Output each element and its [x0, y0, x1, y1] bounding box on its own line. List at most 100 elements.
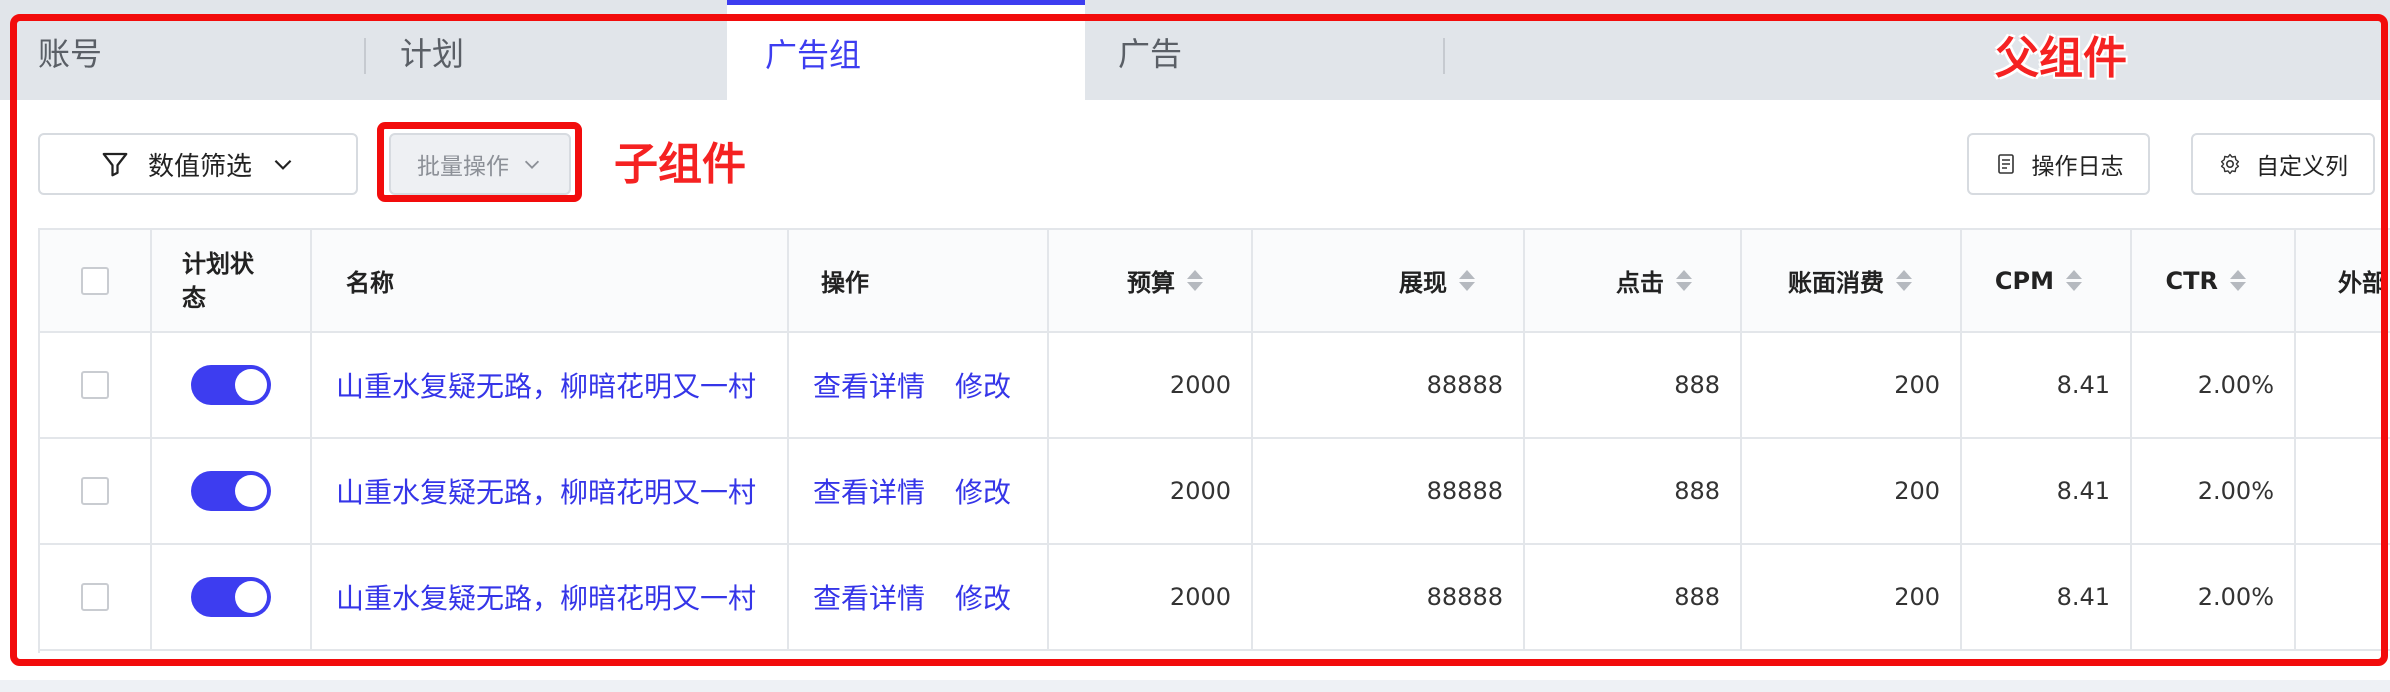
child-component-annotation: 子组件 — [614, 139, 746, 190]
ctr-value: 2.00% — [2197, 583, 2274, 611]
document-icon — [1997, 154, 2014, 174]
view-details-link[interactable]: 查看详情 — [813, 365, 925, 405]
operation-log-button[interactable]: 操作日志 — [1967, 133, 2150, 195]
tab-divider — [1443, 38, 1445, 74]
custom-columns-button[interactable]: 自定义列 — [2191, 133, 2375, 195]
row-impressions-cell: 88888 — [1253, 333, 1525, 437]
header-ctr[interactable]: CTR — [2132, 230, 2296, 331]
ad-group-name-link[interactable]: 山重水复疑无路，柳暗花明又一村 — [336, 471, 756, 511]
header-budget-label: 预算 — [1127, 269, 1175, 297]
cpm-value: 8.41 — [2056, 583, 2110, 611]
toggle-knob — [235, 475, 267, 507]
view-details-link[interactable]: 查看详情 — [813, 577, 925, 617]
tab-plan[interactable]: 计划 — [362, 0, 727, 100]
edit-link[interactable]: 修改 — [955, 471, 1011, 511]
header-budget[interactable]: 预算 — [1049, 230, 1253, 331]
screen: 账号 计划 广告组 广告 数值筛选 批量操作 操作日志 自定义列 计划状态 名称… — [0, 0, 2390, 692]
custom-columns-label: 自定义列 — [2256, 154, 2348, 180]
view-details-link[interactable]: 查看详情 — [813, 471, 925, 511]
ctr-value: 2.00% — [2197, 477, 2274, 505]
row-action-cell: 查看详情 修改 — [789, 333, 1049, 437]
table-header-row: 计划状态 名称 操作 预算 展现 点击 账面消费 CPM CTR 外部 — [40, 230, 2390, 333]
clicks-value: 888 — [1674, 477, 1720, 505]
spend-value: 200 — [1894, 583, 1940, 611]
status-toggle[interactable] — [191, 365, 271, 405]
table-row: 山重水复疑无路，柳暗花明又一村 查看详情 修改 2000 88888 888 2… — [40, 439, 2390, 545]
header-extra-label: 外部 — [2338, 269, 2386, 297]
budget-value: 2000 — [1169, 477, 1231, 505]
spend-value: 200 — [1894, 371, 1940, 399]
header-name: 名称 — [312, 230, 789, 331]
batch-operation-button[interactable]: 批量操作 — [389, 133, 571, 195]
row-action-cell: 查看详情 修改 — [789, 439, 1049, 543]
parent-component-annotation: 父组件 — [1995, 33, 2127, 84]
gear-icon — [2220, 153, 2240, 175]
row-checkbox[interactable] — [81, 477, 109, 505]
budget-value: 2000 — [1169, 371, 1231, 399]
filter-icon — [102, 152, 128, 177]
row-ctr-cell: 2.00% — [2132, 439, 2296, 543]
select-all-checkbox[interactable] — [81, 266, 109, 295]
edit-link[interactable]: 修改 — [955, 577, 1011, 617]
header-action: 操作 — [789, 230, 1049, 331]
cpm-value: 8.41 — [2056, 371, 2110, 399]
sort-icon[interactable] — [1187, 270, 1203, 291]
toggle-knob — [235, 369, 267, 401]
row-checkbox[interactable] — [81, 583, 109, 611]
row-clicks-cell: 888 — [1525, 439, 1742, 543]
operation-log-label: 操作日志 — [2031, 154, 2124, 180]
status-toggle[interactable] — [191, 471, 271, 511]
sort-icon[interactable] — [2066, 270, 2082, 291]
row-clicks-cell: 888 — [1525, 333, 1742, 437]
row-ctr-cell: 2.00% — [2132, 545, 2296, 649]
impressions-value: 88888 — [1426, 583, 1503, 611]
header-cpm[interactable]: CPM — [1962, 230, 2132, 331]
impressions-value: 88888 — [1426, 477, 1503, 505]
sort-icon[interactable] — [2230, 270, 2246, 291]
chevron-down-icon — [524, 160, 540, 169]
clicks-value: 888 — [1674, 583, 1720, 611]
header-cpm-label: CPM — [1994, 266, 2054, 295]
row-budget-cell: 2000 — [1049, 439, 1253, 543]
tab-label: 计划 — [400, 35, 465, 73]
budget-value: 2000 — [1169, 583, 1231, 611]
spend-value: 200 — [1894, 477, 1940, 505]
header-ctr-label: CTR — [2165, 266, 2218, 295]
sort-icon[interactable] — [1896, 270, 1912, 291]
ad-group-name-link[interactable]: 山重水复疑无路，柳暗花明又一村 — [336, 365, 756, 405]
select-all-cell — [40, 230, 152, 331]
row-status-cell — [152, 545, 312, 649]
row-spend-cell: 200 — [1742, 439, 1962, 543]
edit-link[interactable]: 修改 — [955, 365, 1011, 405]
header-impressions[interactable]: 展现 — [1253, 230, 1525, 331]
header-clicks[interactable]: 点击 — [1525, 230, 1742, 331]
chevron-down-icon — [274, 159, 292, 170]
row-spend-cell: 200 — [1742, 333, 1962, 437]
sort-icon[interactable] — [1676, 270, 1692, 291]
row-cpm-cell: 8.41 — [1962, 333, 2132, 437]
row-name-cell: 山重水复疑无路，柳暗花明又一村 — [312, 439, 789, 543]
header-status: 计划状态 — [152, 230, 312, 331]
row-select-cell — [40, 545, 152, 649]
row-impressions-cell: 88888 — [1253, 545, 1525, 649]
tab-ad-group[interactable]: 广告组 — [727, 0, 1085, 100]
header-spend[interactable]: 账面消费 — [1742, 230, 1962, 331]
row-spend-cell: 200 — [1742, 545, 1962, 649]
tab-ad[interactable]: 广告 — [1080, 0, 1445, 100]
row-budget-cell: 2000 — [1049, 333, 1253, 437]
row-action-cell: 查看详情 修改 — [789, 545, 1049, 649]
row-select-cell — [40, 333, 152, 437]
row-checkbox[interactable] — [81, 371, 109, 399]
value-filter-label: 数值筛选 — [147, 151, 252, 182]
status-toggle[interactable] — [191, 577, 271, 617]
header-name-label: 名称 — [346, 269, 394, 297]
impressions-value: 88888 — [1426, 371, 1503, 399]
row-budget-cell: 2000 — [1049, 545, 1253, 649]
header-extra: 外部 — [2296, 230, 2390, 331]
row-select-cell — [40, 439, 152, 543]
sort-icon[interactable] — [1459, 270, 1475, 291]
value-filter-button[interactable]: 数值筛选 — [38, 133, 358, 195]
toggle-knob — [235, 581, 267, 613]
tab-account[interactable]: 账号 — [0, 0, 368, 100]
ad-group-name-link[interactable]: 山重水复疑无路，柳暗花明又一村 — [336, 577, 756, 617]
